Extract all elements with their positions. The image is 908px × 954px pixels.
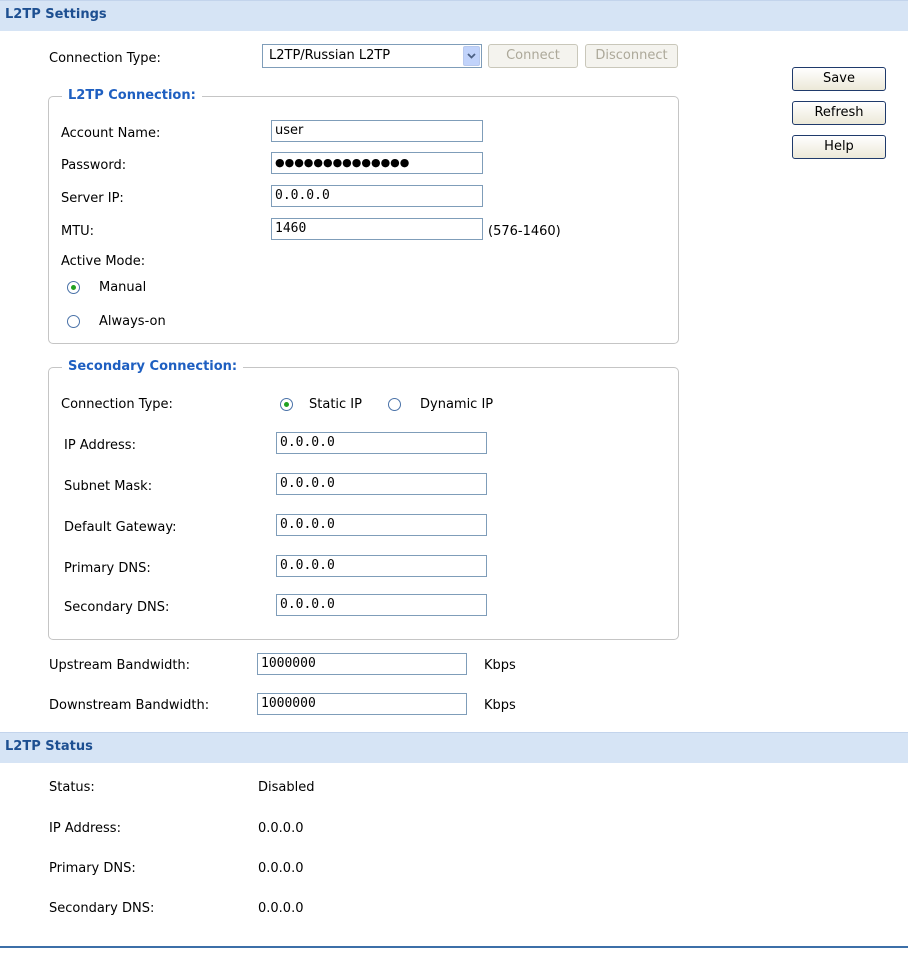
downstream-unit: Kbps — [484, 698, 516, 713]
mode-always-on-radio[interactable] — [67, 315, 80, 328]
secondary-conn-type-label: Connection Type: — [61, 397, 173, 412]
status-value: Disabled — [258, 780, 315, 795]
password-label: Password: — [61, 158, 127, 173]
static-ip-radio[interactable] — [280, 398, 293, 411]
secondary-secondary-dns-input[interactable]: 0.0.0.0 — [276, 594, 487, 616]
secondary-ip-input[interactable]: 0.0.0.0 — [276, 432, 487, 454]
connect-button[interactable]: Connect — [488, 44, 578, 68]
mode-always-on-label: Always-on — [99, 314, 166, 329]
account-name-input[interactable]: user — [271, 120, 483, 142]
chevron-down-icon[interactable] — [463, 46, 480, 66]
settings-header: L2TP Settings — [0, 0, 908, 31]
status-title: L2TP Status — [5, 739, 93, 754]
static-ip-label: Static IP — [309, 397, 362, 412]
save-button[interactable]: Save — [792, 67, 886, 91]
connection-type-label: Connection Type: — [49, 51, 161, 66]
subnet-mask-input[interactable]: 0.0.0.0 — [276, 473, 487, 495]
connection-type-value: L2TP/Russian L2TP — [269, 48, 391, 63]
secondary-primary-dns-label: Primary DNS: — [64, 561, 151, 576]
secondary-connection-legend: Secondary Connection: — [62, 359, 244, 374]
help-button[interactable]: Help — [792, 135, 886, 159]
status-ip-value: 0.0.0.0 — [258, 821, 304, 836]
dynamic-ip-label: Dynamic IP — [420, 397, 494, 412]
account-name-label: Account Name: — [61, 126, 161, 141]
secondary-ip-label: IP Address: — [64, 438, 136, 453]
mode-manual-radio[interactable] — [67, 281, 80, 294]
bottom-divider — [0, 946, 908, 948]
mode-manual-label: Manual — [99, 280, 147, 295]
upstream-bandwidth-input[interactable]: 1000000 — [257, 653, 467, 675]
default-gateway-input[interactable]: 0.0.0.0 — [276, 514, 487, 536]
server-ip-label: Server IP: — [61, 191, 124, 206]
status-label: Status: — [49, 780, 95, 795]
status-secondary-dns-label: Secondary DNS: — [49, 901, 155, 916]
dynamic-ip-radio[interactable] — [388, 398, 401, 411]
active-mode-label: Active Mode: — [61, 254, 146, 269]
connection-type-select[interactable]: L2TP/Russian L2TP — [262, 44, 482, 68]
upstream-unit: Kbps — [484, 658, 516, 673]
refresh-button[interactable]: Refresh — [792, 101, 886, 125]
status-ip-label: IP Address: — [49, 821, 121, 836]
subnet-mask-label: Subnet Mask: — [64, 479, 153, 494]
downstream-bandwidth-input[interactable]: 1000000 — [257, 693, 467, 715]
server-ip-input[interactable]: 0.0.0.0 — [271, 185, 483, 207]
settings-title: L2TP Settings — [5, 7, 107, 22]
secondary-primary-dns-input[interactable]: 0.0.0.0 — [276, 555, 487, 577]
status-primary-dns-label: Primary DNS: — [49, 861, 136, 876]
default-gateway-label: Default Gateway: — [64, 520, 177, 535]
mtu-label: MTU: — [61, 224, 95, 239]
status-secondary-dns-value: 0.0.0.0 — [258, 901, 304, 916]
status-header: L2TP Status — [0, 732, 908, 763]
disconnect-button[interactable]: Disconnect — [585, 44, 678, 68]
status-primary-dns-value: 0.0.0.0 — [258, 861, 304, 876]
mtu-range-hint: (576-1460) — [488, 224, 561, 239]
downstream-bandwidth-label: Downstream Bandwidth: — [49, 698, 210, 713]
l2tp-connection-legend: L2TP Connection: — [62, 88, 202, 103]
upstream-bandwidth-label: Upstream Bandwidth: — [49, 658, 191, 673]
secondary-secondary-dns-label: Secondary DNS: — [64, 600, 170, 615]
password-input[interactable]: ●●●●●●●●●●●●●● — [271, 152, 483, 174]
mtu-input[interactable]: 1460 — [271, 218, 483, 240]
